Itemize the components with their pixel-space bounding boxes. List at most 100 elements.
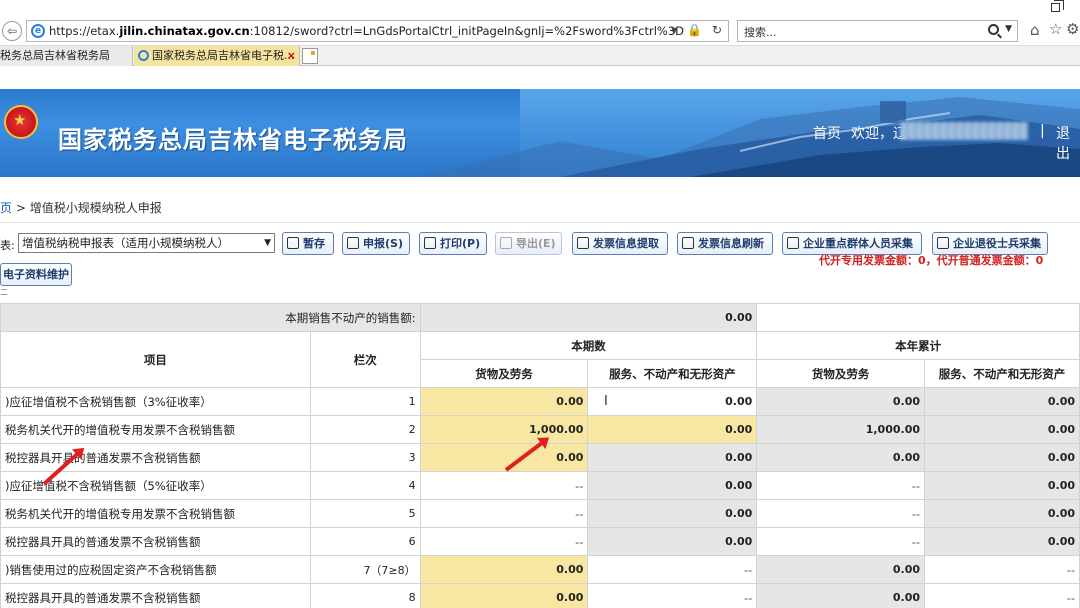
immovable-sales-label: 本期销售不动产的销售额: bbox=[0, 303, 421, 332]
export-button[interactable]: 导出(E) bbox=[495, 232, 562, 255]
table-row: 税控器具开具的普通发票不含税销售额 6 -- 0.00 -- 0.00 bbox=[0, 527, 1080, 556]
restore-window-icon[interactable] bbox=[1051, 0, 1064, 12]
year-services-value: 0.00 bbox=[924, 499, 1080, 528]
address-controls[interactable]: ▾ 🔒 ↻ bbox=[671, 23, 725, 37]
search-input[interactable]: 搜索... ▼ bbox=[737, 20, 1018, 42]
cur-services-value: 0.00 bbox=[587, 471, 758, 500]
header-goods: 货物及劳务 bbox=[419, 359, 589, 388]
cur-goods-value: -- bbox=[419, 499, 589, 528]
year-goods-value: 0.00 bbox=[756, 443, 925, 472]
row-label: )销售使用过的应税固定资产不含税销售额 bbox=[0, 555, 311, 584]
row-line-no: 8 bbox=[309, 583, 421, 608]
text-cursor-icon: I bbox=[604, 394, 608, 409]
cur-goods-input[interactable]: 0.00 bbox=[419, 583, 589, 608]
ie-logo-icon: e bbox=[31, 24, 45, 38]
row-line-no: 2 bbox=[309, 415, 421, 444]
immovable-sales-row: 本期销售不动产的销售额: 0.00 bbox=[0, 303, 1080, 332]
header-item: 项目 bbox=[0, 331, 311, 388]
save-draft-button[interactable]: 暂存 bbox=[282, 232, 334, 255]
tab-strip: 税务总局吉林省税务局 国家税务总局吉林省电子税... × bbox=[0, 46, 1080, 66]
year-services-value: 0.00 bbox=[924, 415, 1080, 444]
window-titlebar bbox=[0, 0, 1080, 16]
row-label: 税控器具开具的普通发票不含税销售额 bbox=[0, 583, 311, 608]
e-docs-maintain-button[interactable]: 电子资料维护 bbox=[0, 263, 72, 286]
header-services: 服务、不动产和无形资产 bbox=[924, 359, 1080, 388]
download-icon bbox=[577, 237, 589, 249]
year-goods-value: 1,000.00 bbox=[756, 415, 925, 444]
chevron-down-icon[interactable]: ▼ bbox=[1005, 24, 1012, 34]
save-icon bbox=[287, 237, 299, 249]
row-line-no: 4 bbox=[309, 471, 421, 500]
breadcrumb-current: 增值税小规模纳税人申报 bbox=[29, 201, 162, 215]
home-icon[interactable]: ⌂ bbox=[1030, 21, 1040, 39]
cur-goods-value: -- bbox=[419, 471, 589, 500]
year-services-value: -- bbox=[924, 555, 1080, 584]
cur-goods-input[interactable]: 0.00 bbox=[419, 387, 589, 416]
row-line-no: 5 bbox=[309, 499, 421, 528]
breadcrumb: 页 > 增值税小规模纳税人申报 bbox=[0, 201, 162, 215]
tab-jilin-etax[interactable]: 国家税务总局吉林省电子税... × bbox=[134, 46, 300, 66]
close-tab-icon[interactable]: × bbox=[287, 46, 296, 65]
home-link[interactable]: 首页 bbox=[813, 123, 841, 143]
year-goods-value: -- bbox=[756, 471, 925, 500]
tiny-mark: 二 bbox=[0, 288, 8, 297]
edit-icon bbox=[937, 237, 949, 249]
chevron-down-icon: ▼ bbox=[264, 238, 271, 248]
cur-services-value: -- bbox=[587, 583, 758, 608]
header-year-total: 本年累计 bbox=[756, 331, 1080, 360]
cur-goods-input[interactable]: 0.00 bbox=[419, 555, 589, 584]
row-line-no: 7（7≥8） bbox=[309, 555, 421, 584]
cur-services-value: 0.00 bbox=[587, 527, 758, 556]
welcome-text: 欢迎，辽 bbox=[851, 126, 907, 142]
invoice-refresh-button[interactable]: 发票信息刷新 bbox=[677, 232, 773, 255]
invoice-fetch-button[interactable]: 发票信息提取 bbox=[572, 232, 668, 255]
year-goods-value: 0.00 bbox=[756, 387, 925, 416]
save-icon bbox=[347, 237, 359, 249]
row-label: )应征增值税不含税销售额（5%征收率） bbox=[0, 471, 311, 500]
row-label: 税控器具开具的普通发票不含税销售额 bbox=[0, 443, 311, 472]
header-line: 栏次 bbox=[309, 331, 421, 388]
gear-icon[interactable]: ⚙ bbox=[1066, 20, 1079, 38]
new-tab-icon[interactable] bbox=[302, 48, 318, 64]
export-icon bbox=[500, 237, 512, 249]
row-line-no: 6 bbox=[309, 527, 421, 556]
header-goods: 货物及劳务 bbox=[756, 359, 925, 388]
header-separator: | bbox=[1040, 123, 1045, 139]
row-label: )应征增值税不含税销售额（3%征收率） bbox=[0, 387, 311, 416]
url-text[interactable]: https://etax.jilin.chinatax.gov.cn:10812… bbox=[49, 24, 685, 38]
submit-declaration-button[interactable]: 申报(S) bbox=[342, 232, 410, 255]
breadcrumb-home[interactable]: 页 bbox=[0, 201, 12, 215]
print-button[interactable]: 打印(P) bbox=[419, 232, 487, 255]
back-arrow-icon[interactable]: ⇦ bbox=[2, 21, 22, 41]
tab-jilin-tax[interactable]: 税务总局吉林省税务局 bbox=[0, 46, 133, 66]
address-bar[interactable]: e https://etax.jilin.chinatax.gov.cn:108… bbox=[26, 20, 729, 42]
table-row: 税务机关代开的增值税专用发票不含税销售额 5 -- 0.00 -- 0.00 bbox=[0, 499, 1080, 528]
table-row: 税控器具开具的普通发票不含税销售额 3 0.00 0.00 0.00 0.00 bbox=[0, 443, 1080, 472]
row-label: 税控器具开具的普通发票不含税销售额 bbox=[0, 527, 311, 556]
favorites-star-icon[interactable]: ☆ bbox=[1049, 20, 1062, 38]
form-type-select[interactable]: 增值税纳税申报表（适用小规模纳税人） ▼ bbox=[18, 233, 275, 253]
table-row: 税控器具开具的普通发票不含税销售额 8 0.00 -- 0.00 -- bbox=[0, 583, 1080, 608]
cur-services-input[interactable]: 0.00 bbox=[587, 415, 758, 444]
cur-goods-input[interactable]: 1,000.00 bbox=[419, 415, 589, 444]
proxy-invoice-notice: 代开专用发票金额：0，代开普通发票金额：0 bbox=[819, 254, 1044, 267]
cur-goods-value: -- bbox=[419, 527, 589, 556]
header-services: 服务、不动产和无形资产 bbox=[587, 359, 758, 388]
search-placeholder: 搜索... bbox=[744, 26, 777, 39]
year-services-value: 0.00 bbox=[924, 527, 1080, 556]
site-title: 国家税务总局吉林省电子税务局 bbox=[58, 126, 408, 154]
header-row-1: 项目 栏次 本期数 本年累计 bbox=[0, 331, 1080, 388]
search-icon[interactable] bbox=[988, 24, 999, 35]
year-services-value: 0.00 bbox=[924, 387, 1080, 416]
year-services-value: 0.00 bbox=[924, 443, 1080, 472]
row-label: 税务机关代开的增值税专用发票不含税销售额 bbox=[0, 415, 311, 444]
redacted-username bbox=[900, 122, 1028, 140]
refresh-icon bbox=[682, 237, 694, 249]
address-row: ⇦ e https://etax.jilin.chinatax.gov.cn:1… bbox=[0, 16, 1080, 46]
printer-icon bbox=[424, 237, 436, 249]
year-goods-value: -- bbox=[756, 499, 925, 528]
immovable-sales-value: 0.00 bbox=[419, 303, 758, 332]
table-row: )应征增值税不含税销售额（5%征收率） 4 -- 0.00 -- 0.00 bbox=[0, 471, 1080, 500]
ie-tab-icon bbox=[138, 50, 149, 61]
logout-link[interactable]: 退出 bbox=[1056, 123, 1080, 163]
